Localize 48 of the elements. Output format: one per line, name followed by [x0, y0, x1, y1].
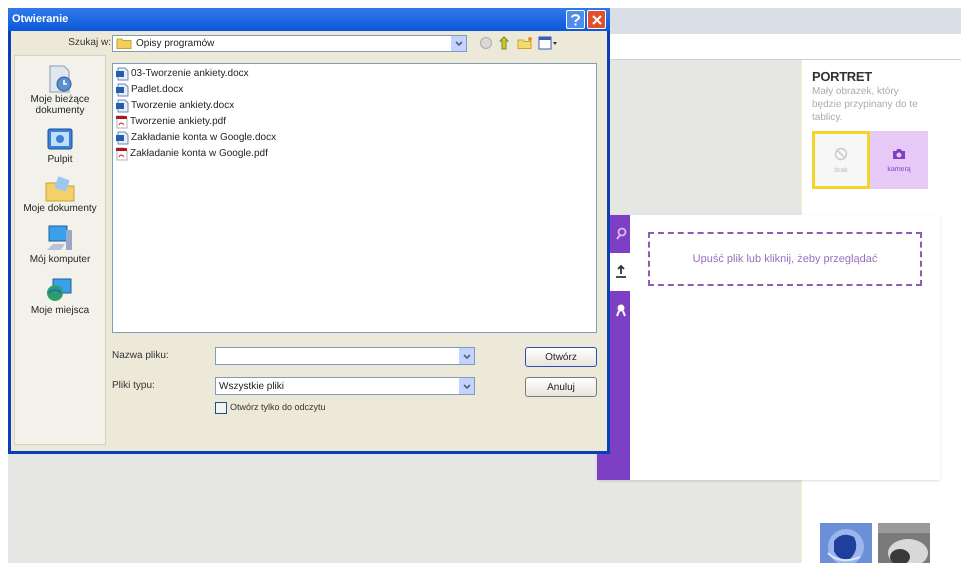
file-name-field[interactable] — [215, 347, 475, 365]
file-name-label: Nazwa pliku: — [112, 349, 169, 363]
upload-icon — [615, 265, 627, 279]
file-type-value: Wszystkie pliki — [218, 380, 286, 394]
file-item[interactable]: Tworzenie ankiety.docx — [115, 98, 234, 113]
read-only-checkbox[interactable] — [215, 402, 227, 414]
section-description: Mały obrazek, który będzie przypinany do te tablicy. — [812, 85, 918, 124]
chevron-down-icon — [462, 354, 470, 358]
folder-icon — [44, 175, 76, 203]
read-only-label: Otwórz tylko do odczytu — [230, 401, 326, 414]
word-file-icon — [115, 130, 129, 144]
word-file-icon — [115, 82, 129, 96]
places-item[interactable]: Mój komputer — [15, 224, 105, 265]
help-icon — [571, 14, 580, 26]
prohibited-icon — [834, 146, 848, 160]
file-item[interactable]: Tworzenie ankiety.pdf — [115, 114, 226, 129]
look-in-dropdown[interactable]: Opisy programów — [112, 34, 467, 52]
chevron-down-icon — [454, 40, 462, 46]
pdf-file-icon — [115, 146, 128, 160]
open-button[interactable]: Otwórz — [525, 347, 597, 367]
look-in-value: Opisy programów — [136, 36, 216, 50]
up-folder-icon[interactable] — [498, 36, 512, 50]
view-menu-icon[interactable] — [538, 36, 558, 50]
pdf-file-icon — [115, 114, 128, 128]
chevron-down-icon — [462, 384, 470, 388]
close-button[interactable] — [587, 10, 606, 29]
places-item[interactable]: Moje dokumenty — [15, 175, 105, 214]
close-icon — [592, 14, 602, 24]
file-item[interactable]: Zakładanie konta w Google.pdf — [115, 146, 268, 161]
drop-zone[interactable]: Upuść plik lub kliknij, żeby przeglądać — [648, 232, 922, 286]
help-button[interactable] — [566, 10, 585, 29]
places-item[interactable]: Pulpit — [15, 126, 105, 165]
cancel-button[interactable]: Anuluj — [525, 377, 597, 397]
file-item[interactable]: Padlet.docx — [115, 82, 184, 97]
word-file-icon — [115, 66, 129, 80]
file-type-dropdown[interactable]: Wszystkie pliki — [215, 377, 475, 395]
places-item[interactable]: Moje miejsca — [15, 275, 105, 316]
camera-icon — [892, 148, 906, 160]
folder-icon — [116, 37, 132, 49]
file-type-label: Pliki typu: — [112, 379, 155, 393]
file-item[interactable]: 03-Tworzenie ankiety.docx — [115, 66, 249, 81]
ribbon-icon — [615, 303, 627, 317]
look-in-label: Szukaj w: — [67, 36, 112, 50]
file-item[interactable]: Zakładanie konta w Google.docx — [115, 130, 276, 145]
places-item[interactable]: Moje bieżące dokumenty — [15, 64, 105, 116]
window-title: Otwieranie — [12, 12, 68, 28]
section-title: PORTRET — [812, 70, 872, 83]
word-file-icon — [115, 98, 129, 112]
